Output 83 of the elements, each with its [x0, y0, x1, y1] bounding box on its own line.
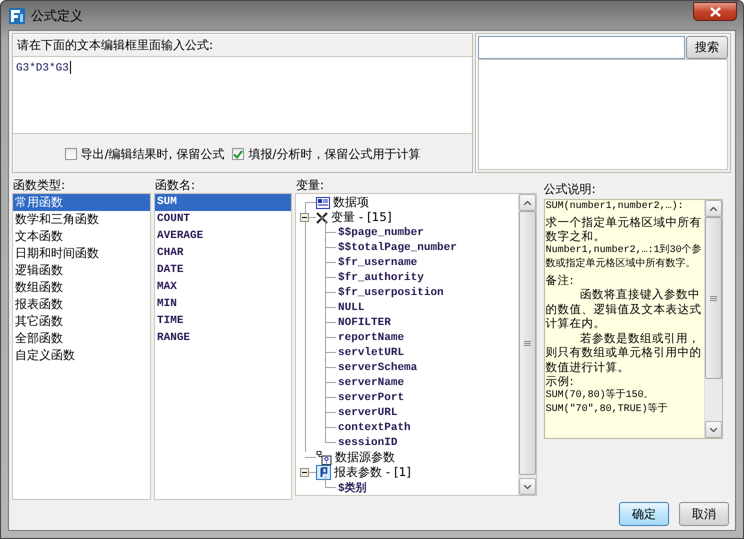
function-type-item[interactable]: 全部函数	[13, 330, 150, 347]
checkbox[interactable]	[64, 148, 77, 160]
tree-node[interactable]: 数据项	[330, 194, 370, 211]
tree-scrollbar[interactable]	[518, 194, 536, 495]
parameter-icon	[316, 465, 332, 480]
editor-prompt: 请在下面的文本编辑框里面输入公式:	[16, 37, 214, 54]
search-field[interactable]	[478, 36, 685, 59]
grip-icon	[710, 296, 717, 300]
window-title: 公式定义	[31, 8, 83, 24]
description-text: 备注:	[546, 272, 574, 287]
tree-node[interactable]: 变量 - [15]	[328, 209, 392, 226]
datasource-icon	[316, 450, 332, 464]
tree-leaf[interactable]: $$totalPage_number	[336, 242, 457, 254]
column-label: 公式说明:	[544, 181, 597, 197]
function-type-item[interactable]: 报表函数	[13, 296, 150, 313]
tree-leaf[interactable]: $$page_number	[336, 226, 424, 238]
tree-leaf[interactable]: serverSchema	[336, 362, 418, 374]
option-label: 填报/分析时，保留公式用于计算	[248, 146, 420, 162]
function-name-item[interactable]: CHAR	[155, 245, 292, 262]
function-name-item[interactable]: RANGE	[155, 330, 292, 347]
checkbox[interactable]	[232, 148, 244, 160]
scroll-down-button[interactable]	[705, 421, 722, 438]
close-icon	[710, 6, 720, 16]
function-name-item[interactable]: AVERAGE	[155, 228, 292, 245]
table-icon	[316, 196, 330, 208]
tree-leaf[interactable]: contextPath	[336, 422, 411, 434]
tree-leaf[interactable]: sessionID	[336, 436, 398, 448]
description-text: 示例:	[546, 374, 574, 388]
scroll-up-button[interactable]	[518, 194, 536, 211]
function-type-item[interactable]: 自定义函数	[13, 347, 150, 364]
collapse-toggle[interactable]	[300, 468, 310, 477]
dialog-button[interactable]: 取消	[679, 502, 729, 526]
tree-leaf[interactable]: $fr_authority	[336, 272, 424, 284]
description-text: 若参数是数组或引用，则只有数组或单元格引用中的数值进行计算。	[546, 330, 703, 374]
tree-leaf[interactable]: serverName	[336, 376, 404, 388]
app-logo-icon	[9, 8, 25, 24]
description-text: SUM("70",80,TRUE)等于	[546, 403, 669, 417]
grip-icon	[524, 340, 531, 346]
search-button[interactable]: 搜索	[686, 36, 728, 59]
dialog-button[interactable]: 确定	[619, 502, 669, 526]
option-label: 导出/编辑结果时, 保留公式	[80, 146, 224, 162]
function-type-item[interactable]: 常用函数	[13, 194, 150, 211]
function-name-item[interactable]: MAX	[155, 279, 292, 296]
tree-node[interactable]: 数据源参数	[332, 449, 396, 466]
tree-leaf[interactable]: serverURL	[336, 406, 398, 418]
tree-node[interactable]: 报表参数 - [1]	[331, 464, 411, 481]
formula-editor[interactable]: G3*D3*G3	[13, 56, 472, 134]
tree-leaf[interactable]: serverPort	[336, 392, 404, 404]
function-type-item[interactable]: 文本函数	[13, 228, 150, 245]
tree-leaf[interactable]: $类别	[336, 480, 367, 495]
function-type-item[interactable]: 数学和三角函数	[13, 211, 150, 228]
function-name-item[interactable]: DATE	[155, 262, 292, 279]
description-text: 函数将直接键入参数中的数值、逻辑值及文本表达式计算在内。	[546, 287, 703, 330]
scroll-thumb[interactable]	[705, 217, 722, 379]
tree-leaf[interactable]: servletURL	[336, 346, 404, 358]
function-type-item[interactable]: 其它函数	[13, 313, 150, 330]
function-name-item[interactable]: COUNT	[155, 211, 292, 228]
cross-arrows-icon	[316, 212, 328, 224]
column-label: 函数类型:	[12, 177, 66, 193]
description-text: SUM(number1,number2,…):	[546, 200, 685, 214]
column-label: 函数名:	[154, 177, 196, 193]
tree-leaf[interactable]: $fr_userposition	[336, 286, 444, 298]
tree-leaf[interactable]: reportName	[336, 332, 404, 344]
function-name-item[interactable]: MIN	[155, 296, 292, 313]
column-label: 变量:	[295, 177, 326, 193]
description-scrollbar[interactable]	[704, 200, 722, 438]
function-type-item[interactable]: 数组函数	[13, 279, 150, 296]
description-text: 求一个指定单元格区域中所有数字之和。	[546, 214, 703, 244]
scroll-up-button[interactable]	[705, 200, 722, 217]
function-name-item[interactable]: SUM	[155, 194, 292, 211]
collapse-toggle[interactable]	[300, 213, 310, 222]
tree-leaf[interactable]: NULL	[336, 302, 364, 314]
tree-leaf[interactable]: $fr_username	[336, 256, 418, 268]
check-icon	[233, 150, 244, 158]
scroll-thumb[interactable]	[518, 211, 536, 475]
function-type-item[interactable]: 逻辑函数	[13, 262, 150, 279]
tree-leaf[interactable]: NOFILTER	[336, 316, 391, 328]
scroll-down-button[interactable]	[518, 478, 536, 495]
close-button[interactable]	[693, 2, 737, 21]
function-name-item[interactable]: TIME	[155, 313, 292, 330]
function-type-item[interactable]: 日期和时间函数	[13, 245, 150, 262]
description-text: SUM(70,80)等于150。	[546, 388, 655, 402]
description-text: Number1,number2,…:1到30个参数或指定单元格区域中所有数字。	[546, 244, 703, 272]
